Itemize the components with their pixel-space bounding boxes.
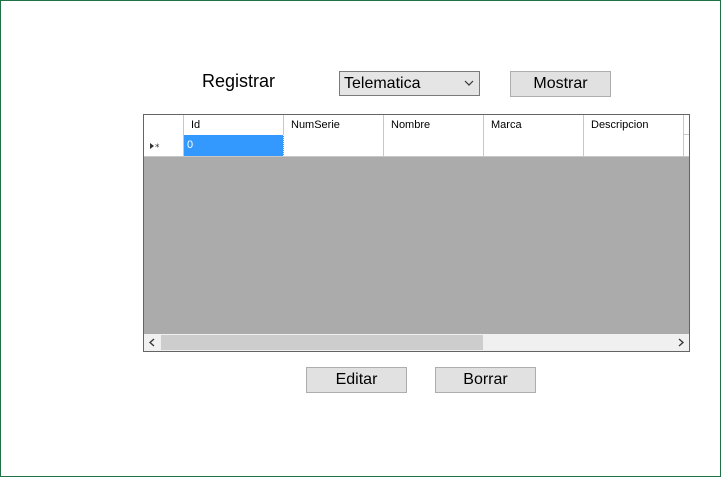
data-grid[interactable]: Id NumSerie Nombre Marca Descripcion * 0 xyxy=(143,114,690,352)
scrollbar-thumb[interactable] xyxy=(161,335,483,350)
chevron-left-icon[interactable] xyxy=(144,334,161,351)
mostrar-button[interactable]: Mostrar xyxy=(510,71,611,97)
cell-descripcion[interactable] xyxy=(584,135,684,156)
chevron-down-icon xyxy=(464,80,474,86)
registrar-label: Registrar xyxy=(202,71,276,91)
cell-nombre[interactable] xyxy=(384,135,484,156)
borrar-button[interactable]: Borrar xyxy=(435,367,536,393)
column-header-numserie[interactable]: NumSerie xyxy=(284,115,384,135)
category-combobox[interactable]: Telematica xyxy=(339,71,480,96)
form-window: Registrar Telematica Mostrar Id NumSerie… xyxy=(0,0,721,477)
grid-header-row: Id NumSerie Nombre Marca Descripcion xyxy=(144,115,689,135)
cell-id[interactable]: 0 xyxy=(184,135,284,156)
header-corner[interactable] xyxy=(144,115,184,135)
column-header-descripcion[interactable]: Descripcion xyxy=(584,115,684,135)
new-row-asterisk-icon: * xyxy=(150,143,160,151)
chevron-right-icon[interactable] xyxy=(672,334,689,351)
cell-marca[interactable] xyxy=(484,135,584,156)
table-row-new[interactable]: * 0 xyxy=(144,135,689,157)
svg-text:*: * xyxy=(155,143,160,151)
column-header-nombre[interactable]: Nombre xyxy=(384,115,484,135)
combobox-selected-value: Telematica xyxy=(344,75,421,92)
editar-button[interactable]: Editar xyxy=(306,367,407,393)
horizontal-scrollbar[interactable] xyxy=(144,334,689,351)
column-header-marca[interactable]: Marca xyxy=(484,115,584,135)
cell-numserie[interactable] xyxy=(284,135,384,156)
row-header[interactable]: * xyxy=(144,135,184,156)
column-header-id[interactable]: Id xyxy=(184,115,284,135)
